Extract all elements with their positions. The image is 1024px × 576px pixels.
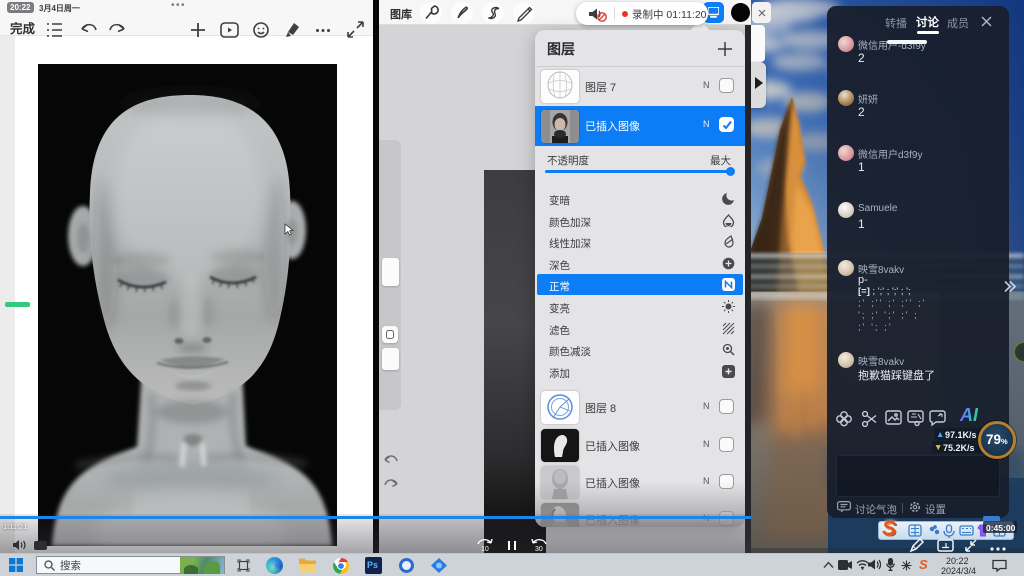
svg-text:30: 30 <box>535 546 543 553</box>
svg-text:10: 10 <box>481 546 489 553</box>
